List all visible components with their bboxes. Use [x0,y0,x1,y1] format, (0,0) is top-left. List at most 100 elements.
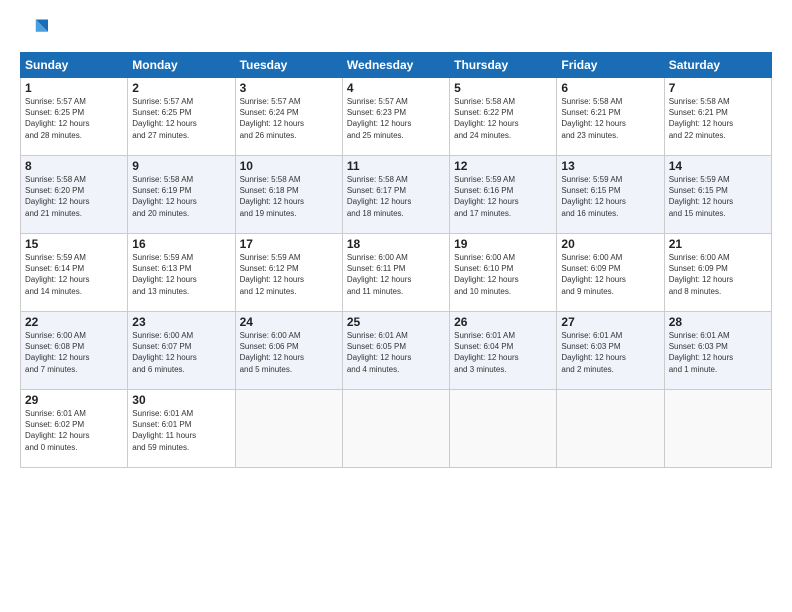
day-number: 23 [132,315,230,329]
day-info: Sunrise: 6:01 AM Sunset: 6:01 PM Dayligh… [132,408,230,453]
day-cell [235,390,342,468]
day-number: 9 [132,159,230,173]
logo [20,16,52,44]
week-row-5: 29Sunrise: 6:01 AM Sunset: 6:02 PM Dayli… [21,390,772,468]
day-cell: 29Sunrise: 6:01 AM Sunset: 6:02 PM Dayli… [21,390,128,468]
day-cell: 2Sunrise: 5:57 AM Sunset: 6:25 PM Daylig… [128,78,235,156]
day-number: 12 [454,159,552,173]
col-header-saturday: Saturday [664,53,771,78]
day-info: Sunrise: 5:58 AM Sunset: 6:19 PM Dayligh… [132,174,230,219]
day-info: Sunrise: 6:00 AM Sunset: 6:07 PM Dayligh… [132,330,230,375]
day-number: 11 [347,159,445,173]
day-number: 25 [347,315,445,329]
day-info: Sunrise: 5:57 AM Sunset: 6:25 PM Dayligh… [132,96,230,141]
day-cell: 9Sunrise: 5:58 AM Sunset: 6:19 PM Daylig… [128,156,235,234]
day-cell: 23Sunrise: 6:00 AM Sunset: 6:07 PM Dayli… [128,312,235,390]
day-cell: 22Sunrise: 6:00 AM Sunset: 6:08 PM Dayli… [21,312,128,390]
day-info: Sunrise: 5:57 AM Sunset: 6:24 PM Dayligh… [240,96,338,141]
day-info: Sunrise: 5:59 AM Sunset: 6:16 PM Dayligh… [454,174,552,219]
day-number: 29 [25,393,123,407]
day-info: Sunrise: 6:00 AM Sunset: 6:10 PM Dayligh… [454,252,552,297]
day-info: Sunrise: 5:58 AM Sunset: 6:20 PM Dayligh… [25,174,123,219]
calendar-table: SundayMondayTuesdayWednesdayThursdayFrid… [20,52,772,468]
day-cell: 12Sunrise: 5:59 AM Sunset: 6:16 PM Dayli… [450,156,557,234]
header [20,16,772,44]
day-info: Sunrise: 6:01 AM Sunset: 6:05 PM Dayligh… [347,330,445,375]
day-cell: 15Sunrise: 5:59 AM Sunset: 6:14 PM Dayli… [21,234,128,312]
day-number: 3 [240,81,338,95]
day-info: Sunrise: 5:58 AM Sunset: 6:18 PM Dayligh… [240,174,338,219]
day-number: 22 [25,315,123,329]
col-header-tuesday: Tuesday [235,53,342,78]
day-info: Sunrise: 5:59 AM Sunset: 6:14 PM Dayligh… [25,252,123,297]
day-number: 8 [25,159,123,173]
day-cell: 13Sunrise: 5:59 AM Sunset: 6:15 PM Dayli… [557,156,664,234]
col-header-wednesday: Wednesday [342,53,449,78]
day-info: Sunrise: 5:59 AM Sunset: 6:12 PM Dayligh… [240,252,338,297]
day-cell: 7Sunrise: 5:58 AM Sunset: 6:21 PM Daylig… [664,78,771,156]
day-info: Sunrise: 6:01 AM Sunset: 6:03 PM Dayligh… [669,330,767,375]
day-cell: 4Sunrise: 5:57 AM Sunset: 6:23 PM Daylig… [342,78,449,156]
day-cell: 11Sunrise: 5:58 AM Sunset: 6:17 PM Dayli… [342,156,449,234]
day-number: 26 [454,315,552,329]
col-header-thursday: Thursday [450,53,557,78]
day-cell: 30Sunrise: 6:01 AM Sunset: 6:01 PM Dayli… [128,390,235,468]
day-info: Sunrise: 6:01 AM Sunset: 6:03 PM Dayligh… [561,330,659,375]
day-number: 13 [561,159,659,173]
day-info: Sunrise: 5:59 AM Sunset: 6:15 PM Dayligh… [561,174,659,219]
day-cell: 10Sunrise: 5:58 AM Sunset: 6:18 PM Dayli… [235,156,342,234]
day-info: Sunrise: 6:00 AM Sunset: 6:09 PM Dayligh… [669,252,767,297]
week-row-4: 22Sunrise: 6:00 AM Sunset: 6:08 PM Dayli… [21,312,772,390]
day-cell: 19Sunrise: 6:00 AM Sunset: 6:10 PM Dayli… [450,234,557,312]
day-info: Sunrise: 6:00 AM Sunset: 6:06 PM Dayligh… [240,330,338,375]
day-number: 14 [669,159,767,173]
day-cell [450,390,557,468]
day-cell [342,390,449,468]
day-cell: 1Sunrise: 5:57 AM Sunset: 6:25 PM Daylig… [21,78,128,156]
day-number: 1 [25,81,123,95]
day-cell: 18Sunrise: 6:00 AM Sunset: 6:11 PM Dayli… [342,234,449,312]
day-number: 4 [347,81,445,95]
col-header-friday: Friday [557,53,664,78]
day-number: 16 [132,237,230,251]
page: SundayMondayTuesdayWednesdayThursdayFrid… [0,0,792,612]
day-info: Sunrise: 5:59 AM Sunset: 6:13 PM Dayligh… [132,252,230,297]
day-cell: 27Sunrise: 6:01 AM Sunset: 6:03 PM Dayli… [557,312,664,390]
day-cell: 6Sunrise: 5:58 AM Sunset: 6:21 PM Daylig… [557,78,664,156]
day-number: 17 [240,237,338,251]
day-cell: 14Sunrise: 5:59 AM Sunset: 6:15 PM Dayli… [664,156,771,234]
day-cell [557,390,664,468]
header-row: SundayMondayTuesdayWednesdayThursdayFrid… [21,53,772,78]
day-number: 24 [240,315,338,329]
day-cell: 20Sunrise: 6:00 AM Sunset: 6:09 PM Dayli… [557,234,664,312]
logo-icon [20,16,48,44]
col-header-monday: Monday [128,53,235,78]
day-cell: 26Sunrise: 6:01 AM Sunset: 6:04 PM Dayli… [450,312,557,390]
day-info: Sunrise: 5:57 AM Sunset: 6:25 PM Dayligh… [25,96,123,141]
day-info: Sunrise: 5:58 AM Sunset: 6:21 PM Dayligh… [561,96,659,141]
day-info: Sunrise: 5:57 AM Sunset: 6:23 PM Dayligh… [347,96,445,141]
day-info: Sunrise: 5:58 AM Sunset: 6:22 PM Dayligh… [454,96,552,141]
day-number: 30 [132,393,230,407]
day-info: Sunrise: 6:00 AM Sunset: 6:08 PM Dayligh… [25,330,123,375]
day-cell: 17Sunrise: 5:59 AM Sunset: 6:12 PM Dayli… [235,234,342,312]
day-cell: 24Sunrise: 6:00 AM Sunset: 6:06 PM Dayli… [235,312,342,390]
day-number: 19 [454,237,552,251]
week-row-2: 8Sunrise: 5:58 AM Sunset: 6:20 PM Daylig… [21,156,772,234]
day-cell: 21Sunrise: 6:00 AM Sunset: 6:09 PM Dayli… [664,234,771,312]
day-number: 10 [240,159,338,173]
day-cell: 28Sunrise: 6:01 AM Sunset: 6:03 PM Dayli… [664,312,771,390]
day-info: Sunrise: 6:00 AM Sunset: 6:11 PM Dayligh… [347,252,445,297]
day-info: Sunrise: 5:58 AM Sunset: 6:17 PM Dayligh… [347,174,445,219]
day-number: 20 [561,237,659,251]
day-number: 27 [561,315,659,329]
day-number: 21 [669,237,767,251]
day-cell: 25Sunrise: 6:01 AM Sunset: 6:05 PM Dayli… [342,312,449,390]
day-cell: 16Sunrise: 5:59 AM Sunset: 6:13 PM Dayli… [128,234,235,312]
day-info: Sunrise: 6:01 AM Sunset: 6:04 PM Dayligh… [454,330,552,375]
day-info: Sunrise: 5:58 AM Sunset: 6:21 PM Dayligh… [669,96,767,141]
day-info: Sunrise: 5:59 AM Sunset: 6:15 PM Dayligh… [669,174,767,219]
col-header-sunday: Sunday [21,53,128,78]
day-number: 2 [132,81,230,95]
week-row-1: 1Sunrise: 5:57 AM Sunset: 6:25 PM Daylig… [21,78,772,156]
